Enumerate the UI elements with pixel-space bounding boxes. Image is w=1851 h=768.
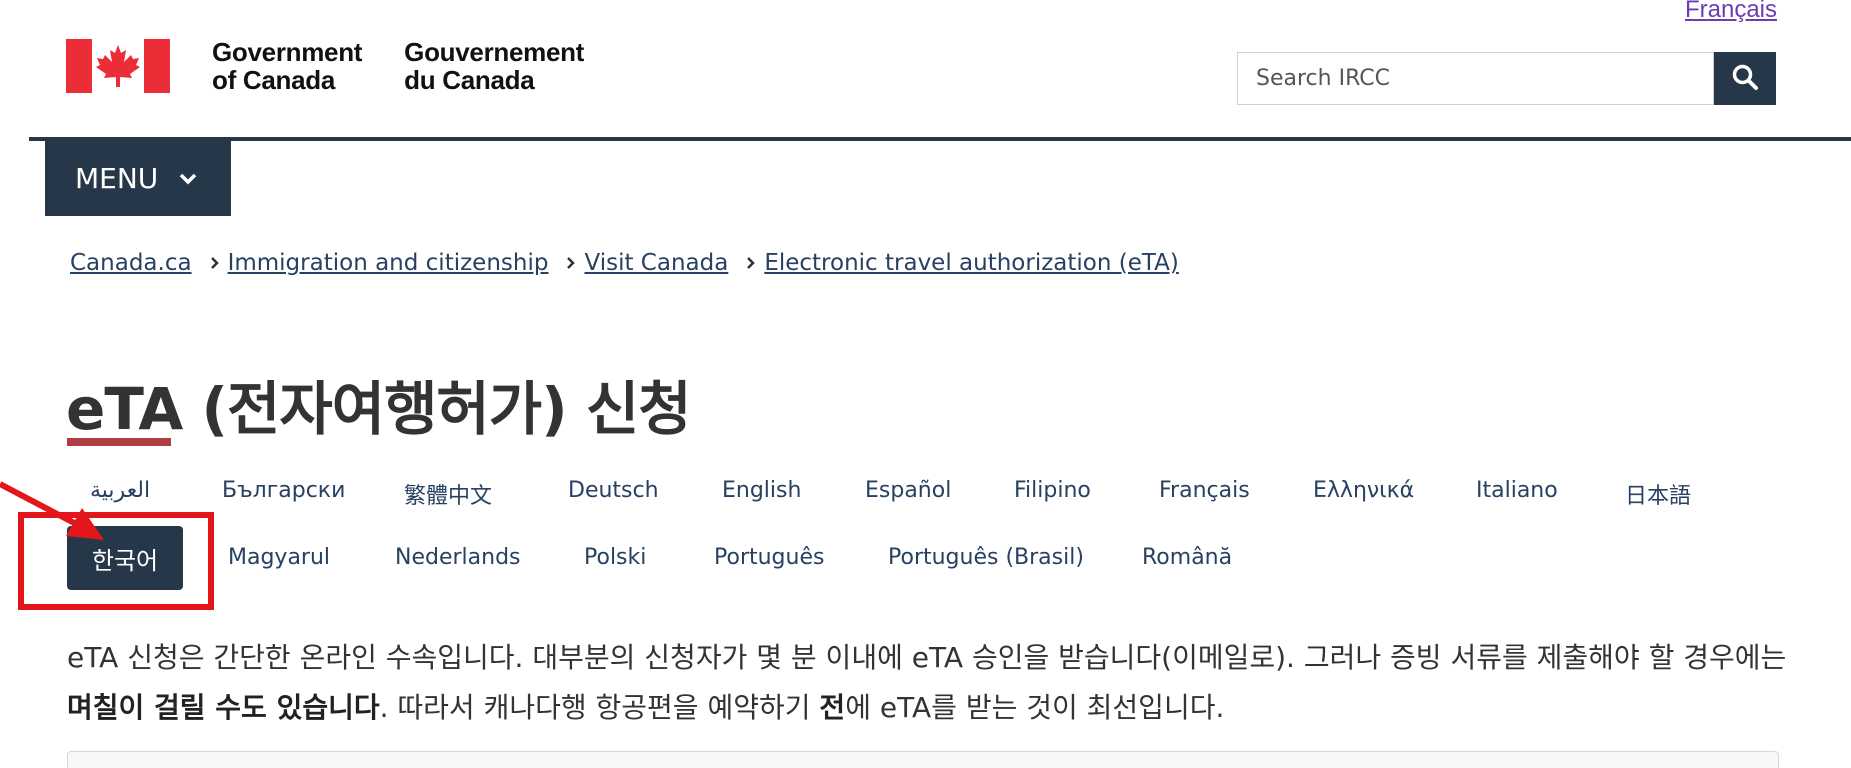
signature-en-line2: of Canada [212,65,335,95]
government-signature[interactable]: Government of Canada Gouvernement du Can… [66,38,584,94]
language-toggle-link[interactable]: Français [1685,0,1777,24]
search-icon [1731,63,1759,94]
breadcrumb-link-canada[interactable]: Canada.ca [70,250,192,276]
lang-link-spanish[interactable]: Español [865,478,951,503]
search-button[interactable] [1714,52,1776,105]
lang-link-chinese-traditional[interactable]: 繁體中文 [404,478,492,510]
chevron-right-icon [566,256,576,270]
intro-text-2: . 따라서 캐나다행 항공편을 예약하기 [379,691,820,724]
intro-text-1: eTA 신청은 간단한 온라인 수속입니다. 대부분의 신청자가 몇 분 이내에… [67,641,1787,674]
menu-label: MENU [75,162,159,195]
lang-link-italian[interactable]: Italiano [1476,478,1558,503]
lang-link-polish[interactable]: Polski [584,545,646,570]
breadcrumb: Canada.ca Immigration and citizenship Vi… [70,250,1179,276]
lang-link-french[interactable]: Français [1159,478,1250,503]
intro-bold-2: 전 [819,691,846,724]
lang-link-greek[interactable]: Ελληνικά [1313,478,1414,503]
breadcrumb-link-eta[interactable]: Electronic travel authorization (eTA) [764,250,1179,276]
page-title: eTA (전자여행허가) 신청 [66,375,692,443]
lang-link-portuguese[interactable]: Português [714,545,824,570]
lang-link-romanian[interactable]: Română [1142,545,1232,570]
lang-link-japanese[interactable]: 日本語 [1625,478,1691,510]
lang-link-bulgarian[interactable]: Български [222,478,345,503]
intro-text-3: 에 eTA를 받는 것이 최선입니다. [845,691,1225,724]
chevron-right-icon [746,256,756,270]
menu-button[interactable]: MENU [45,141,231,216]
breadcrumb-link-immigration[interactable]: Immigration and citizenship [228,250,549,276]
page: Français Government of Canada Gouverneme… [0,0,1851,768]
signature-fr-line2: du Canada [404,65,535,95]
title-underline [67,438,171,446]
signature-en-line1: Government [212,37,363,67]
content-panel [67,751,1779,768]
lang-link-hungarian[interactable]: Magyarul [228,545,330,570]
canada-flag-icon [66,39,170,93]
signature-fr-line1: Gouvernement [404,37,585,67]
intro-paragraph: eTA 신청은 간단한 온라인 수속입니다. 대부분의 신청자가 몇 분 이내에… [67,633,1787,733]
intro-bold-1: 며칠이 걸릴 수도 있습니다 [67,691,380,724]
lang-link-filipino[interactable]: Filipino [1014,478,1091,503]
search-input[interactable] [1237,52,1714,105]
lang-link-dutch[interactable]: Nederlands [395,545,521,570]
chevron-right-icon [210,256,220,270]
lang-link-english[interactable]: English [722,478,801,503]
annotation-arrow-icon [0,481,104,540]
signature-french: Gouvernement du Canada [404,38,584,94]
chevron-down-icon [178,172,198,186]
breadcrumb-link-visit[interactable]: Visit Canada [584,250,728,276]
lang-link-german[interactable]: Deutsch [568,478,659,503]
lang-link-portuguese-brazil[interactable]: Português (Brasil) [888,545,1084,570]
signature-english: Government of Canada [212,38,362,94]
header-divider [29,137,1851,141]
